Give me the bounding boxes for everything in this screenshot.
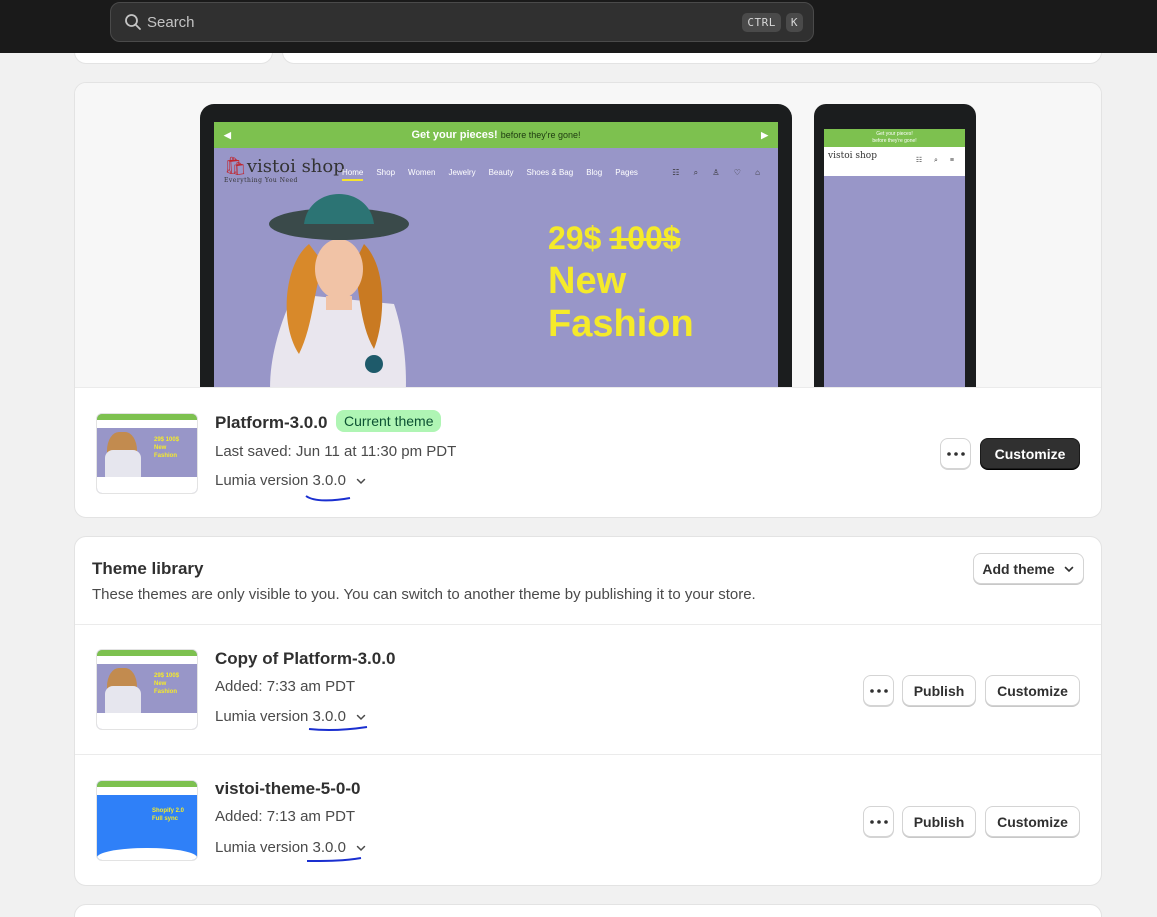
current-theme-badge: Current theme: [336, 410, 442, 432]
search-placeholder: Search: [147, 13, 195, 31]
model-image: [269, 194, 409, 387]
theme-thumbnail[interactable]: Shopify 2.0 Full sync: [96, 780, 198, 861]
customize-button[interactable]: Customize: [980, 438, 1080, 469]
shortcut-ctrl: CTRL: [742, 12, 781, 32]
theme-library-description: These themes are only visible to you. Yo…: [92, 586, 756, 603]
preview-nav-icons: ☷ ⌕ ♙ ♡ ⌂: [672, 168, 766, 177]
theme-library-card: Theme library These themes are only visi…: [74, 536, 1102, 886]
theme-row: 29$ 100$ New Fashion Copy of Platform-3.0.…: [75, 624, 1101, 754]
more-horizontal-icon: [946, 451, 965, 456]
theme-name: vistoi-theme-5-0-0: [215, 779, 361, 798]
preview-price: 29$ 100$: [548, 220, 681, 256]
theme-more-button[interactable]: [863, 806, 894, 837]
customize-button[interactable]: Customize: [985, 806, 1080, 837]
banner-left-arrow-icon: ◀: [224, 130, 231, 140]
publish-button[interactable]: Publish: [902, 675, 976, 706]
theme-thumbnail[interactable]: 29$ 100$ New Fashion: [96, 649, 198, 730]
current-theme-name: Platform-3.0.0: [215, 413, 328, 432]
annotation-scribble: [305, 495, 351, 502]
chevron-down-icon: [356, 714, 366, 720]
theme-library-title: Theme library: [92, 559, 204, 578]
chevron-down-icon: [356, 845, 366, 851]
theme-added: Added: 7:13 am PDT: [215, 808, 356, 825]
top-bar: Search CTRL K: [0, 0, 1157, 53]
current-theme-info: 29$ 100$ New Fashion Platform-3.0.0 Curren…: [75, 388, 1101, 517]
phone-preview: Get your pieces! before they're gone! vis…: [814, 104, 976, 387]
current-theme-version[interactable]: Lumia version 3.0.0: [215, 472, 367, 489]
current-theme-last-saved: Last saved: Jun 11 at 11:30 pm PDT: [215, 443, 457, 460]
more-horizontal-icon: [869, 819, 888, 824]
annotation-scribble: [308, 726, 368, 732]
theme-version[interactable]: Lumia version 3.0.0: [215, 708, 367, 725]
current-theme-card: ◀ Get your pieces! before they're gone! …: [74, 82, 1102, 518]
current-theme-more-button[interactable]: [940, 438, 971, 469]
tablet-preview: ◀ Get your pieces! before they're gone! …: [200, 104, 792, 387]
theme-version[interactable]: Lumia version 3.0.0: [215, 839, 367, 856]
chevron-down-icon: [1064, 566, 1073, 572]
theme-name: Copy of Platform-3.0.0: [215, 649, 396, 668]
current-theme-thumbnail[interactable]: 29$ 100$ New Fashion: [96, 413, 198, 494]
banner-right-arrow-icon: ▶: [761, 130, 768, 140]
chevron-down-icon: [356, 478, 366, 484]
search-icon: [125, 14, 141, 30]
next-card: [74, 904, 1102, 917]
theme-added: Added: 7:33 am PDT: [215, 678, 356, 695]
search-bar[interactable]: Search CTRL K: [110, 2, 814, 42]
publish-button[interactable]: Publish: [902, 806, 976, 837]
customize-button[interactable]: Customize: [985, 675, 1080, 706]
more-horizontal-icon: [869, 688, 888, 693]
theme-row: Shopify 2.0 Full sync vistoi-theme-5-0-0 …: [75, 754, 1101, 884]
theme-preview: ◀ Get your pieces! before they're gone! …: [75, 83, 1101, 388]
preview-banner: ◀ Get your pieces! before they're gone! …: [214, 122, 778, 148]
annotation-scribble: [306, 857, 362, 862]
phone-nav-icons: ☷ ⌕ ≡: [915, 157, 959, 164]
preview-headline: New Fashion: [548, 260, 694, 345]
shortcut-k: K: [785, 12, 803, 32]
add-theme-button[interactable]: Add theme: [973, 553, 1084, 584]
theme-more-button[interactable]: [863, 675, 894, 706]
